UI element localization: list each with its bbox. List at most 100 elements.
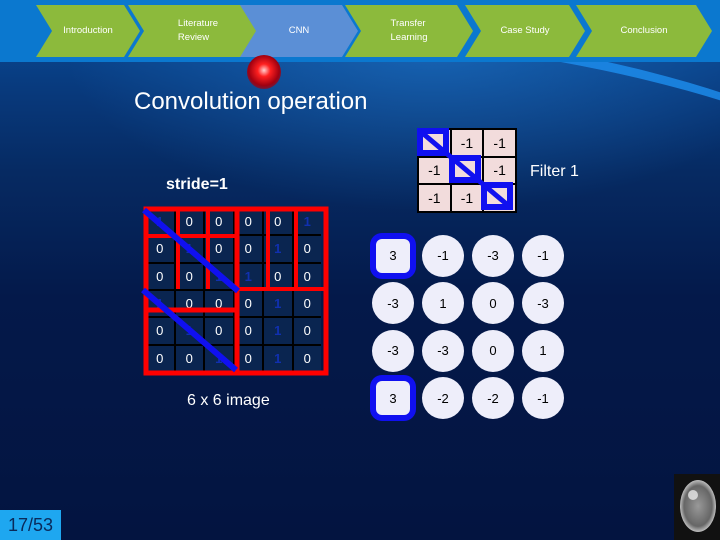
- output-feature-map: 3 -1 -3 -1 -3 1 0 -3 -3 -3 0 1 3 -2 -2 -1: [368, 232, 568, 422]
- image-cell: 0: [293, 263, 321, 289]
- output-cell: -2: [418, 375, 468, 423]
- output-cell: 3: [368, 375, 418, 423]
- output-value: 1: [522, 329, 564, 372]
- nav-item-case-study[interactable]: Case Study: [465, 5, 585, 57]
- output-cell: 3: [368, 232, 418, 280]
- image-cell: 0: [234, 318, 262, 344]
- filter-cell: -1: [484, 157, 515, 184]
- output-cell: 0: [468, 327, 518, 375]
- image-cell: 1: [175, 318, 203, 344]
- output-cell: -3: [368, 327, 418, 375]
- image-cell: 1: [175, 236, 203, 262]
- image-caption: 6 x 6 image: [187, 392, 270, 409]
- image-cell: 1: [264, 318, 292, 344]
- nav-item-introduction[interactable]: Introduction: [36, 5, 140, 57]
- output-value: -3: [372, 282, 414, 325]
- nav-item-cnn[interactable]: CNN: [240, 5, 358, 57]
- red-orb-decoration: [247, 55, 281, 89]
- output-value: -3: [472, 234, 514, 277]
- image-cell: 1: [205, 263, 233, 289]
- output-cell: -1: [518, 232, 568, 280]
- section-navigation: Introduction Literature Review CNN Transf…: [0, 0, 720, 62]
- output-value: -1: [522, 377, 564, 420]
- image-cell: 0: [205, 318, 233, 344]
- output-value: 0: [472, 329, 514, 372]
- image-cell: 0: [175, 263, 203, 289]
- nav-label: Literature: [177, 18, 219, 29]
- output-value: -1: [422, 234, 464, 277]
- image-cell: 0: [146, 263, 174, 289]
- image-cell: 0: [234, 291, 262, 317]
- filter-cell: -1: [419, 157, 450, 184]
- nav-label: CNN: [288, 25, 310, 36]
- output-value: -3: [522, 282, 564, 325]
- filter-label: Filter 1: [530, 163, 579, 180]
- filter-cell: -1: [451, 185, 483, 211]
- output-cell: 0: [468, 280, 518, 328]
- image-cell: 0: [293, 236, 321, 262]
- image-cell: 0: [234, 209, 262, 235]
- nav-label: Transfer: [390, 18, 426, 29]
- image-cell: 0: [264, 209, 292, 235]
- stride-label: stride=1: [166, 176, 228, 193]
- output-cell: -1: [418, 232, 468, 280]
- output-value: 3: [376, 238, 410, 273]
- output-value: -3: [422, 329, 464, 372]
- brain-lesion-spot: [688, 490, 698, 500]
- filter-cell: -1: [484, 130, 515, 156]
- image-cell: 1: [293, 209, 321, 235]
- filter-cell: -1: [451, 130, 483, 156]
- filter-cell: -1: [419, 185, 450, 211]
- image-cell: 0: [205, 209, 233, 235]
- input-image-grid: 100001010010001100100010010010001010: [146, 209, 321, 371]
- image-cell: 1: [264, 345, 292, 371]
- image-cell: 1: [264, 236, 292, 262]
- page-number-badge: 17/53: [0, 510, 61, 540]
- output-value: -3: [372, 329, 414, 372]
- output-value: -2: [422, 377, 464, 420]
- output-value: 0: [472, 282, 514, 325]
- output-cell: -3: [418, 327, 468, 375]
- filter-cell: 1: [484, 185, 515, 211]
- image-cell: 0: [146, 345, 174, 371]
- image-cell: 0: [264, 263, 292, 289]
- image-cell: 0: [293, 291, 321, 317]
- output-cell: -3: [368, 280, 418, 328]
- output-value: 3: [376, 381, 410, 416]
- image-cell: 0: [146, 236, 174, 262]
- brain-scan-image: [680, 480, 716, 532]
- output-value: 1: [422, 282, 464, 325]
- filter-cell: 1: [419, 130, 450, 156]
- nav-label: Review: [177, 32, 210, 43]
- image-cell: 0: [205, 291, 233, 317]
- nav-label: Conclusion: [620, 25, 668, 36]
- filter-cell: 1: [451, 157, 483, 184]
- nav-label: Learning: [390, 32, 428, 43]
- image-cell: 0: [293, 345, 321, 371]
- image-cell: 0: [175, 345, 203, 371]
- image-cell: 1: [205, 345, 233, 371]
- brain-mri-thumbnail: [674, 474, 720, 540]
- image-cell: 1: [146, 291, 174, 317]
- nav-item-conclusion[interactable]: Conclusion: [576, 5, 712, 57]
- output-value: -2: [472, 377, 514, 420]
- image-cell: 0: [234, 345, 262, 371]
- image-cell: 0: [205, 236, 233, 262]
- image-cell: 1: [264, 291, 292, 317]
- image-cell: 0: [175, 291, 203, 317]
- image-cell: 1: [146, 209, 174, 235]
- nav-item-transfer-learning[interactable]: Transfer Learning: [345, 5, 473, 57]
- output-cell: -1: [518, 375, 568, 423]
- image-cell: 0: [146, 318, 174, 344]
- image-cell: 0: [293, 318, 321, 344]
- nav-label: Case Study: [500, 25, 550, 36]
- output-cell: -3: [518, 280, 568, 328]
- image-cell: 0: [175, 209, 203, 235]
- output-cell: 1: [418, 280, 468, 328]
- output-cell: -3: [468, 232, 518, 280]
- slide-title: Convolution operation: [134, 88, 368, 115]
- nav-label: Introduction: [63, 25, 113, 36]
- output-cell: 1: [518, 327, 568, 375]
- image-cell: 0: [234, 236, 262, 262]
- output-cell: -2: [468, 375, 518, 423]
